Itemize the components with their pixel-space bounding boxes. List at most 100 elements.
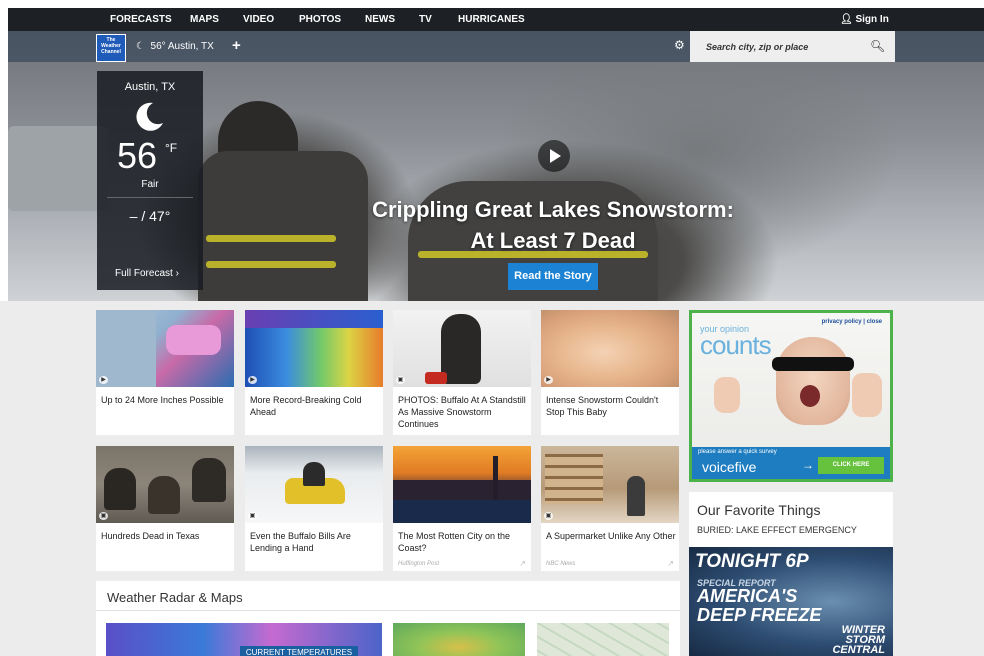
map-label: CURRENT TEMPERATURES xyxy=(240,646,358,656)
add-location-icon[interactable]: + xyxy=(232,37,241,54)
promo-title: AMERICA'S DEEP FREEZE xyxy=(697,587,821,625)
story-card[interactable]: ▣ A Supermarket Unlike Any Other NBC New… xyxy=(541,446,679,571)
radar-map-thumbnail[interactable] xyxy=(393,623,525,656)
play-icon: ▶ xyxy=(248,376,257,384)
favorites-subtitle[interactable]: BURIED: LAKE EFFECT EMERGENCY xyxy=(697,525,857,535)
user-icon: 👤︎ xyxy=(840,14,853,25)
bay-water xyxy=(393,500,531,523)
moon-icon xyxy=(136,102,163,131)
hero[interactable]: The Weather Channel ☾ 56° Austin, TX + ⚙… xyxy=(8,31,984,301)
story-card[interactable]: ▶ More Record-Breaking Cold Ahead xyxy=(245,310,383,435)
promo-brand-line-3: CENTRAL xyxy=(832,644,885,656)
story-card[interactable]: The Most Rotten City on the Coast? Huffi… xyxy=(393,446,531,571)
ad-privacy-link[interactable]: privacy policy | close xyxy=(822,319,882,325)
radar-maps-section: Weather Radar & Maps xyxy=(96,581,680,656)
promo-banner[interactable]: TONIGHT 6P SPECIAL REPORT AMERICA'S DEEP… xyxy=(689,547,893,656)
promo-title-line-2: DEEP FREEZE xyxy=(697,605,822,625)
promo-time: TONIGHT 6P xyxy=(695,551,809,572)
chevron-right-icon: › xyxy=(175,268,179,279)
camera-icon: ▣ xyxy=(544,512,553,520)
story-thumbnail: ▣ xyxy=(245,446,383,523)
play-video-button[interactable] xyxy=(538,140,570,172)
ad-content: privacy policy | close your opinion coun… xyxy=(692,313,890,479)
favorites-module: Our Favorite Things BURIED: LAKE EFFECT … xyxy=(689,492,893,656)
nav-maps[interactable]: MAPS xyxy=(190,8,219,31)
nav-video[interactable]: VIDEO xyxy=(243,8,274,31)
search-icon[interactable]: 🔍︎ xyxy=(870,39,885,53)
full-forecast-label: Full Forecast xyxy=(115,268,173,279)
ad-footer: please answer a quick survey voicefive →… xyxy=(692,447,890,479)
open-mouth xyxy=(800,385,820,407)
story-thumbnail xyxy=(393,446,531,523)
thumbs-up-hand xyxy=(714,377,740,413)
favorites-title: Our Favorite Things xyxy=(697,502,821,518)
story-thumbnail: ▣ xyxy=(393,310,531,387)
hero-headline[interactable]: Crippling Great Lakes Snowstorm: At Leas… xyxy=(338,194,768,256)
nav-news[interactable]: NEWS xyxy=(365,8,395,31)
open-hand xyxy=(852,373,882,417)
reflective-stripe xyxy=(206,261,336,268)
nav-tv[interactable]: TV xyxy=(419,8,432,31)
gear-icon[interactable]: ⚙ xyxy=(674,38,685,52)
story-caption: Even the Buffalo Bills Are Lending a Han… xyxy=(250,531,351,553)
child-face xyxy=(776,337,850,425)
play-icon: ▶ xyxy=(99,376,108,384)
story-caption: More Record-Breaking Cold Ahead xyxy=(250,395,362,417)
story-caption: Intense Snowstorm Couldn't Stop This Bab… xyxy=(546,395,659,417)
current-condition: Fair xyxy=(141,179,159,190)
story-card[interactable]: ▣ PHOTOS: Buffalo At A Standstill As Mas… xyxy=(393,310,531,435)
story-card[interactable]: ▣ Hundreds Dead in Texas xyxy=(96,446,234,571)
story-card[interactable]: ▶ Intense Snowstorm Couldn't Stop This B… xyxy=(541,310,679,435)
story-card[interactable]: ▶ Up to 24 More Inches Possible xyxy=(96,310,234,435)
full-forecast-link[interactable]: Full Forecast › xyxy=(115,268,179,279)
city-skyline xyxy=(393,480,531,500)
story-card[interactable]: ▣ Even the Buffalo Bills Are Lending a H… xyxy=(245,446,383,571)
nav-photos[interactable]: PHOTOS xyxy=(299,8,341,31)
moon-icon: ☾ xyxy=(136,41,145,52)
search-input[interactable] xyxy=(690,31,895,62)
current-temp: 56 xyxy=(117,135,158,176)
map-cold-band xyxy=(245,310,383,328)
shelves xyxy=(545,454,603,504)
sunglasses xyxy=(772,357,854,371)
headline-line-2: At Least 7 Dead xyxy=(470,228,636,253)
person-2 xyxy=(148,476,180,514)
external-link-icon: ↗ xyxy=(519,559,526,568)
hi-lo-temp: – / 47° xyxy=(129,208,171,224)
headline-line-1: Crippling Great Lakes Snowstorm: xyxy=(372,197,734,222)
ad-click-button[interactable]: CLICK HERE xyxy=(818,457,884,474)
story-source: NBC News xyxy=(546,561,576,567)
location-chip[interactable]: ☾ 56° Austin, TX xyxy=(136,31,214,62)
current-conditions-panel: Austin, TX 56 °F Fair – / 47° Full Forec… xyxy=(97,71,203,290)
arrow-right-icon: → xyxy=(802,458,814,472)
read-story-button[interactable]: Read the Story xyxy=(508,263,598,290)
weather-channel-logo[interactable]: The Weather Channel xyxy=(96,34,126,62)
page: FORECASTS MAPS VIDEO PHOTOS NEWS TV HURR… xyxy=(0,0,984,656)
top-nav: FORECASTS MAPS VIDEO PHOTOS NEWS TV HURR… xyxy=(8,8,984,31)
current-city: Austin, TX xyxy=(124,81,176,93)
winter-storm-central-logo: WINTER STORM CENTRAL xyxy=(832,625,885,656)
sign-in-label: Sign In xyxy=(855,14,889,25)
ad-brand: voicefive xyxy=(702,459,757,475)
story-thumbnail: ▶ xyxy=(541,310,679,387)
snow-band xyxy=(166,325,221,355)
story-source: Huffington Post xyxy=(398,561,440,567)
story-thumbnail: ▶ xyxy=(245,310,383,387)
rider xyxy=(303,462,325,486)
story-thumbnail: ▣ xyxy=(541,446,679,523)
red-shovel xyxy=(425,372,447,384)
story-thumbnail: ▶ xyxy=(96,310,234,387)
nav-forecasts[interactable]: FORECASTS xyxy=(110,8,172,31)
location-chip-label: 56° Austin, TX xyxy=(150,41,214,52)
nav-hurricanes[interactable]: HURRICANES xyxy=(458,8,525,31)
person-3 xyxy=(192,458,226,502)
story-caption: The Most Rotten City on the Coast? xyxy=(398,531,511,553)
tower xyxy=(493,456,498,500)
sign-in-link[interactable]: 👤︎ Sign In xyxy=(840,8,889,31)
shopper xyxy=(627,476,645,516)
reflective-stripe xyxy=(206,235,336,242)
advertisement[interactable]: privacy policy | close your opinion coun… xyxy=(689,310,893,482)
person-shoveling xyxy=(441,314,481,384)
ad-headline: counts xyxy=(700,330,772,360)
traffic-map-thumbnail[interactable] xyxy=(537,623,669,656)
